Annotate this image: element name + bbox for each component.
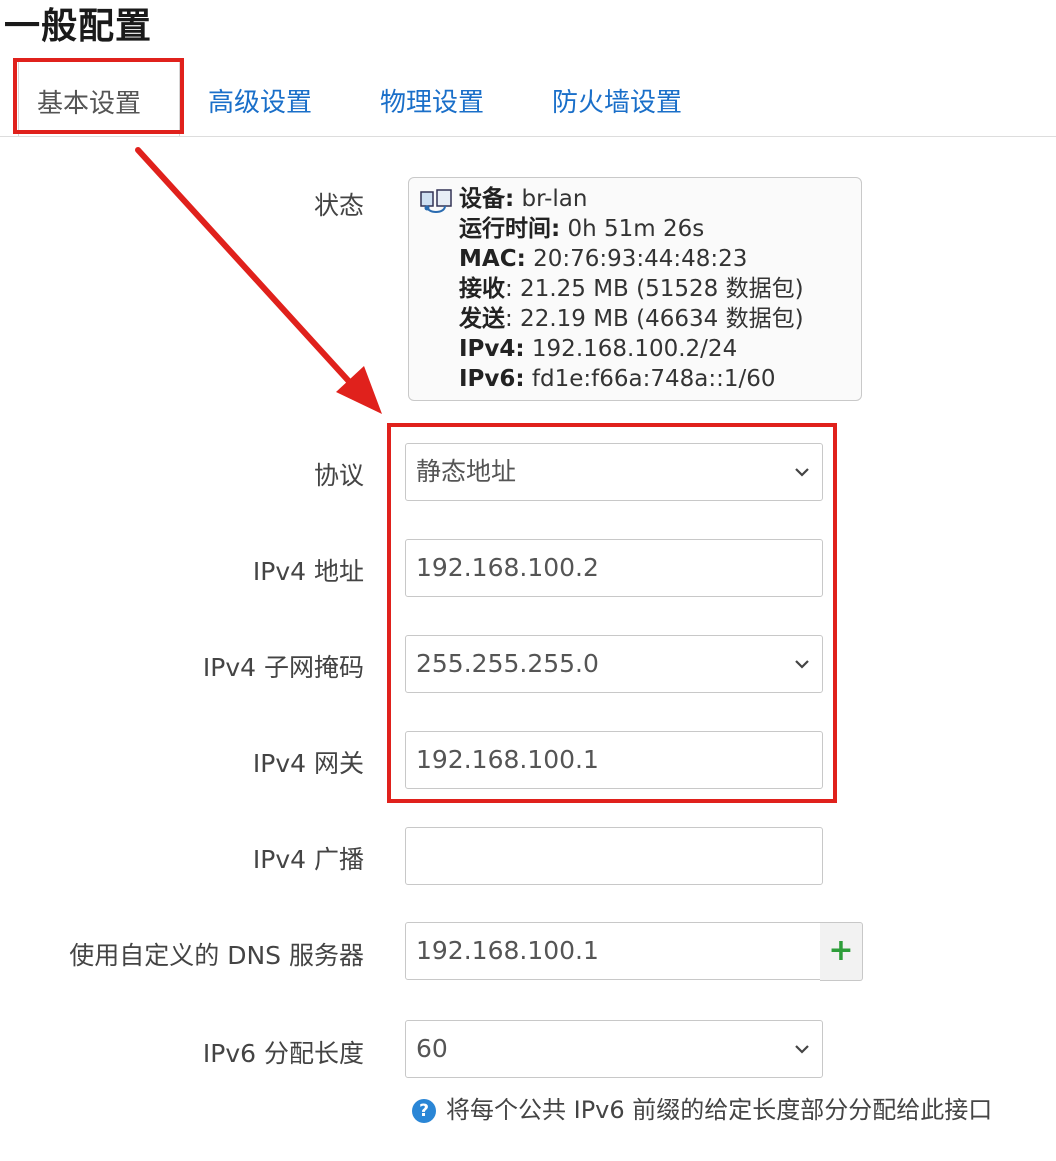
annotation-arrow-icon <box>135 147 382 414</box>
